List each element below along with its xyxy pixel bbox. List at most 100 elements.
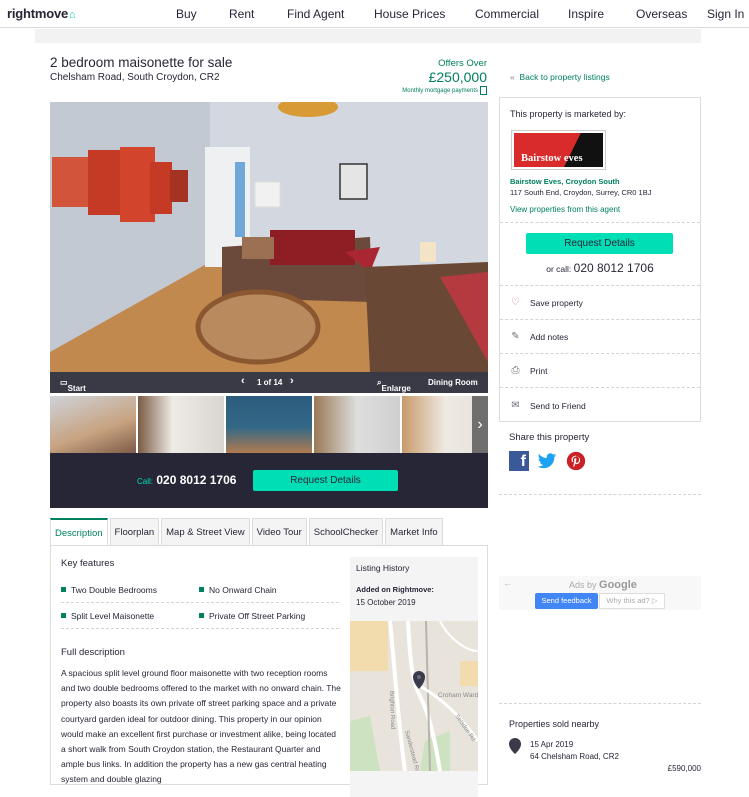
agent-name[interactable]: Bairstow Eves, Croydon South xyxy=(510,177,620,186)
send-feedback-button[interactable]: Send feedback xyxy=(535,593,598,609)
start-slideshow-button[interactable]: ▭ Start slideshow xyxy=(60,378,106,402)
tab-market-info[interactable]: Market Info xyxy=(385,518,443,546)
agent-logo[interactable]: Bairstow eves xyxy=(511,130,606,170)
view-agent-properties-link[interactable]: View properties from this agent xyxy=(510,205,620,214)
or-call: or call: 020 8012 1706 xyxy=(500,261,700,275)
nav-commercial[interactable]: Commercial xyxy=(475,7,539,21)
send-to-friend-label: Send to Friend xyxy=(530,400,586,411)
or-call-label: or call: xyxy=(546,264,572,274)
tab-map-street-view[interactable]: Map & Street View xyxy=(161,518,250,546)
google-ad-feedback: ← Ads by Google Send feedback Why this a… xyxy=(499,576,701,610)
save-property-button[interactable]: ♡ Save property xyxy=(510,297,583,308)
call-agent-phone[interactable]: Call: 020 8012 1706 xyxy=(137,473,236,487)
added-on-date: 15 October 2019 xyxy=(356,598,416,607)
double-chevron-left-icon: « xyxy=(510,72,515,82)
tab-video-tour[interactable]: Video Tour xyxy=(251,518,307,546)
marketed-by-heading: This property is marketed by: xyxy=(510,109,627,119)
map-label: Croham Ward xyxy=(438,692,478,699)
save-property-label: Save property xyxy=(530,297,583,308)
mortgage-link[interactable]: Monthly mortgage payments xyxy=(402,86,487,95)
divider xyxy=(61,628,339,629)
adchoices-icon: ▷ xyxy=(651,596,658,605)
rightmove-logo[interactable]: rightmove⌂ xyxy=(7,6,76,21)
listing-history-panel: Listing History Added on Rightmove: 15 O… xyxy=(350,557,478,797)
back-to-listings-link[interactable]: « Back to property listings xyxy=(510,72,610,82)
send-to-friend-button[interactable]: ✉ Send to Friend xyxy=(510,400,586,411)
key-feature: Private Off Street Parking xyxy=(199,611,305,621)
sidebar-phone-number[interactable]: 020 8012 1706 xyxy=(574,261,654,275)
divider xyxy=(500,222,700,223)
envelope-icon: ✉ xyxy=(511,400,520,411)
print-label: Print xyxy=(530,365,548,376)
key-feature: No Onward Chain xyxy=(199,585,277,595)
site-header: rightmove⌂ Buy Rent Find Agent House Pri… xyxy=(0,0,749,28)
add-notes-button[interactable]: ✎ Add notes xyxy=(510,331,568,342)
thumbnail[interactable] xyxy=(226,396,312,453)
tab-floorplan[interactable]: Floorplan xyxy=(109,518,160,546)
map-graphic: Brighton Road Sanderstead Road Croham Wa… xyxy=(350,621,478,771)
divider xyxy=(500,353,700,354)
nav-inspire[interactable]: Inspire xyxy=(568,7,604,21)
living-room-photo xyxy=(50,102,488,372)
listing-history-heading: Listing History xyxy=(356,563,410,573)
divider xyxy=(499,494,701,495)
agent-panel: This property is marketed by: Bairstow e… xyxy=(499,97,701,422)
tab-description[interactable]: Description xyxy=(50,518,108,546)
back-label: Back to property listings xyxy=(519,72,610,82)
share-heading: Share this property xyxy=(509,432,590,443)
twitter-icon[interactable] xyxy=(537,451,557,471)
printer-icon: ⎙ xyxy=(511,365,520,376)
agent-address: 117 South End, Croydon, Surrey, CR0 1BJ xyxy=(510,188,652,197)
why-this-ad-button[interactable]: Why this ad? ▷ xyxy=(599,593,665,609)
pinterest-icon[interactable] xyxy=(566,451,586,471)
photo-thumbnails: › xyxy=(50,396,488,453)
thumbnails-next-chevron-icon[interactable]: › xyxy=(472,396,488,453)
divider xyxy=(500,387,700,388)
divider xyxy=(61,602,339,603)
arrow-left-icon[interactable]: ← xyxy=(503,578,512,588)
price-qualifier: Offers Over xyxy=(438,58,487,69)
nav-overseas[interactable]: Overseas xyxy=(636,7,687,21)
key-feature: Split Level Maisonette xyxy=(61,611,154,621)
property-title: 2 bedroom maisonette for sale xyxy=(50,55,233,70)
print-button[interactable]: ⎙ Print xyxy=(510,365,548,376)
key-feature: Two Double Bedrooms xyxy=(61,585,157,595)
full-description-text: A spacious split level ground floor mais… xyxy=(61,668,341,785)
thumbnail[interactable] xyxy=(314,396,400,453)
photo-caption: Dining Room xyxy=(428,378,478,387)
nav-rent[interactable]: Rent xyxy=(229,7,254,21)
agent-logo-text: Bairstow eves xyxy=(521,153,583,164)
sold-address[interactable]: 64 Chelsham Road, CR2 xyxy=(530,752,619,761)
house-icon: ⌂ xyxy=(69,9,76,21)
full-description-heading: Full description xyxy=(61,647,125,658)
location-map[interactable]: Brighton Road Sanderstead Road Croham Wa… xyxy=(350,621,478,771)
request-details-button[interactable]: Request Details xyxy=(253,470,398,491)
thumbnail[interactable] xyxy=(50,396,136,453)
facebook-icon[interactable]: f xyxy=(509,451,529,471)
sold-price: £590,000 xyxy=(667,764,701,773)
nav-buy[interactable]: Buy xyxy=(176,7,197,21)
sidebar-request-details-button[interactable]: Request Details xyxy=(526,233,673,254)
next-photo-chevron-icon[interactable]: › xyxy=(290,375,294,387)
map-pin-icon xyxy=(509,738,521,754)
logo-text: rightmove xyxy=(7,6,69,21)
call-label: Call: xyxy=(137,477,154,486)
google-label: Google xyxy=(599,579,637,591)
photo-controls-bar: ▭ Start slideshow ‹ 1 of 14 › ⌕ Enlarge … xyxy=(50,372,488,402)
thumbnail[interactable] xyxy=(138,396,224,453)
nav-sign-in[interactable]: Sign In xyxy=(707,7,744,21)
added-on-label: Added on Rightmove: xyxy=(356,585,434,594)
enlarge-button[interactable]: ⌕ Enlarge xyxy=(377,378,411,393)
nav-house-prices[interactable]: House Prices xyxy=(374,7,445,21)
property-address: Chelsham Road, South Croydon, CR2 xyxy=(50,72,220,83)
heart-icon: ♡ xyxy=(511,297,520,308)
description-panel: Key features Two Double Bedrooms No Onwa… xyxy=(50,545,488,797)
pencil-icon: ✎ xyxy=(511,331,520,342)
divider xyxy=(499,703,701,704)
ads-by-label: Ads by xyxy=(569,580,597,590)
tab-schoolchecker[interactable]: SchoolChecker xyxy=(308,518,384,546)
nav-find-agent[interactable]: Find Agent xyxy=(287,7,344,21)
divider xyxy=(500,319,700,320)
main-photo[interactable] xyxy=(50,102,488,372)
prev-photo-chevron-icon[interactable]: ‹ xyxy=(241,375,245,387)
